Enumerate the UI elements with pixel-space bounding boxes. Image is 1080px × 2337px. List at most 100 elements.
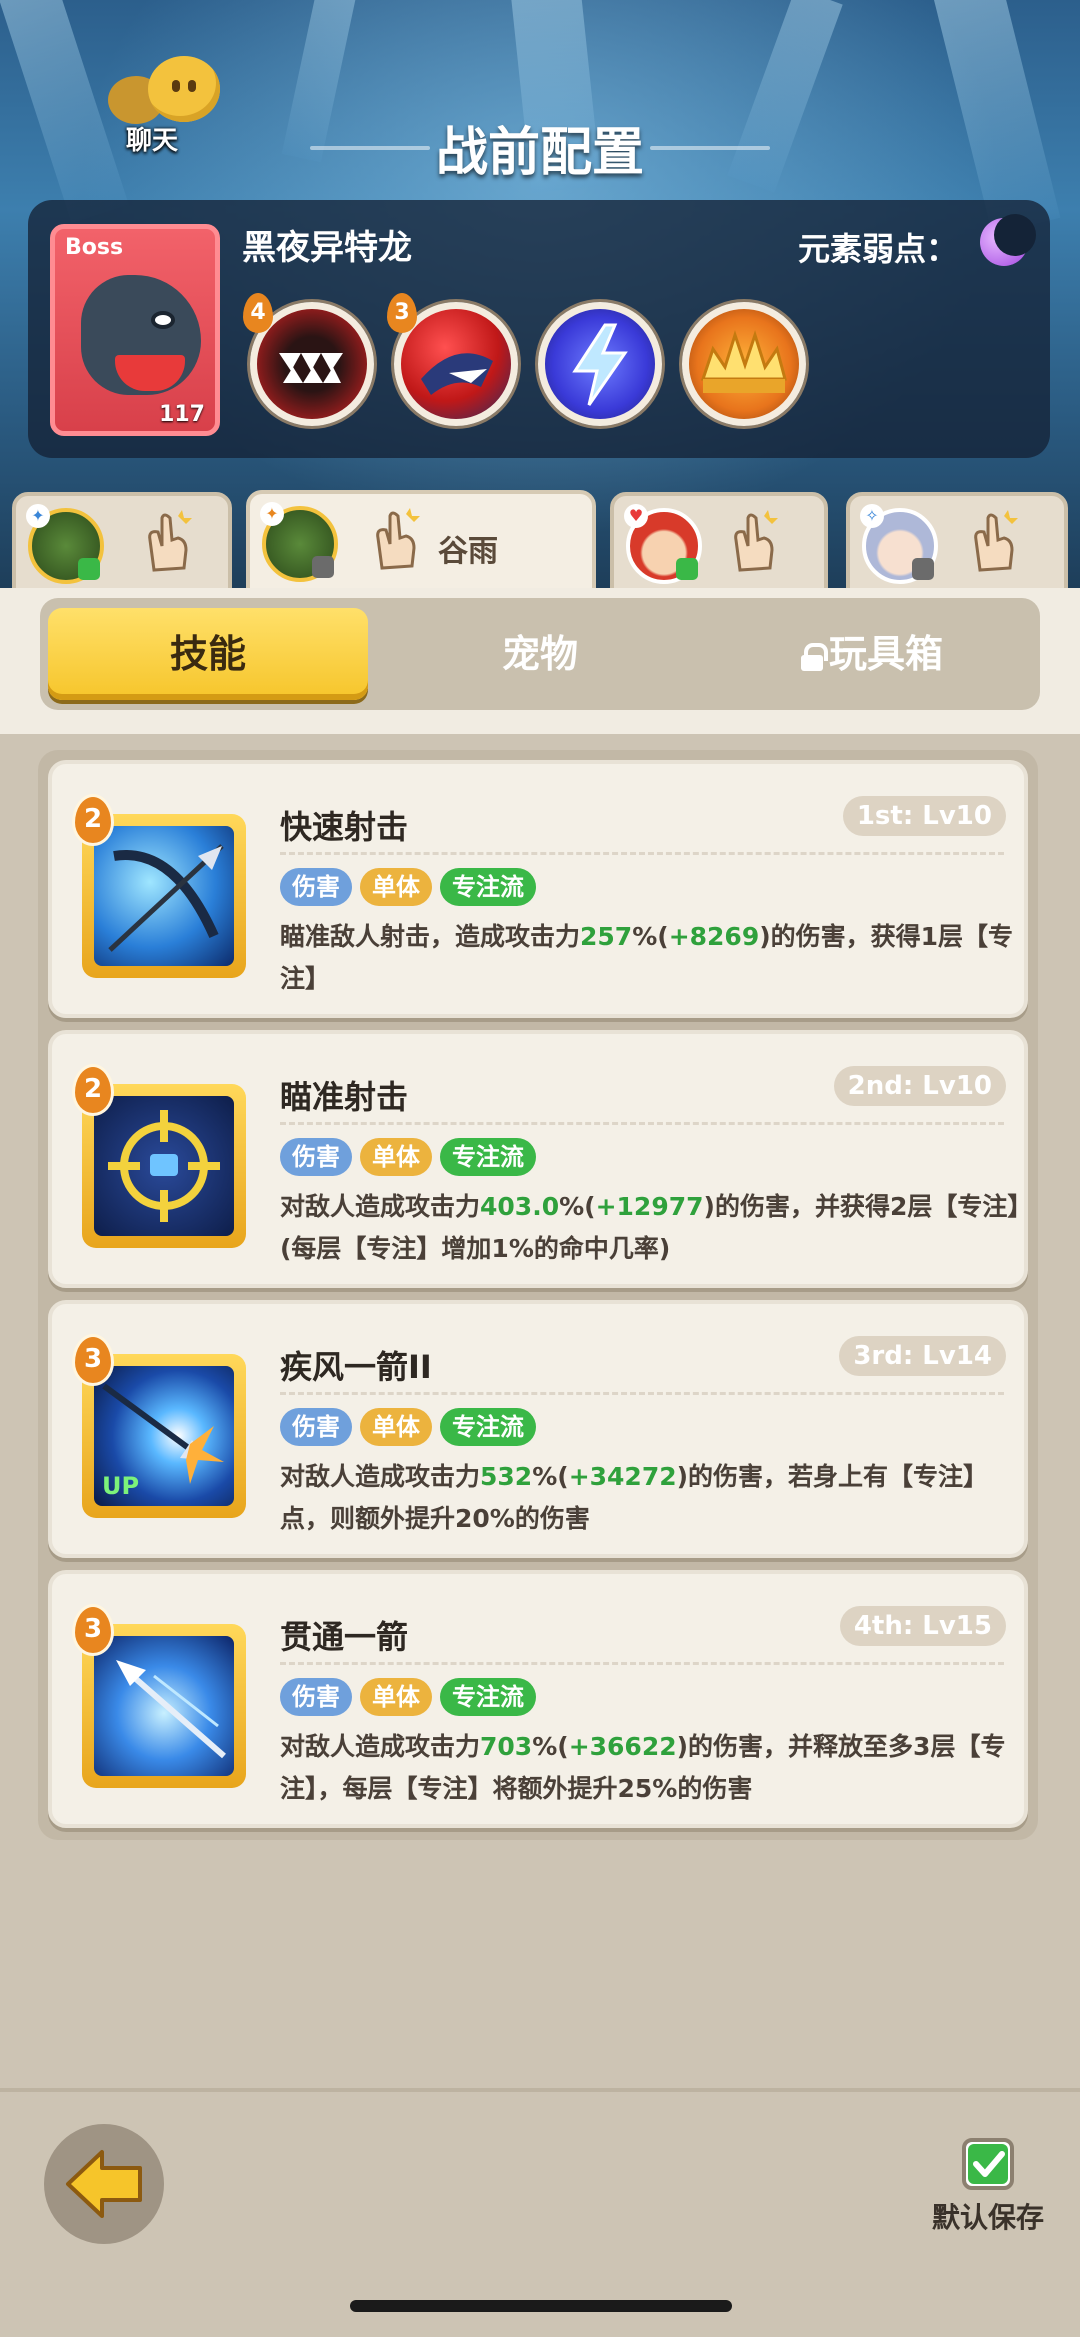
tab-pets[interactable]: 宠物 — [380, 608, 700, 700]
role-icon: ✦ — [260, 502, 284, 526]
desc-text: %( — [532, 1462, 569, 1491]
boss-skill-red-beast[interactable]: 3 — [387, 293, 518, 426]
tab-toybox-label: 玩具箱 — [828, 632, 943, 676]
skill-level: 2nd: Lv10 — [833, 1066, 1006, 1106]
moon-icon — [980, 214, 1036, 266]
back-button[interactable] — [44, 2124, 164, 2244]
skill-level: 3rd: Lv14 — [839, 1336, 1006, 1376]
chat-status-icon — [312, 556, 334, 578]
skill-cost-badge: 2 — [72, 1064, 114, 1116]
boss-skill-badge: 3 — [387, 293, 417, 333]
skill-name: 疾风一箭II — [280, 1348, 432, 1386]
tag-single: 单体 — [360, 1138, 432, 1176]
desc-text: 瞄准敌人射击，造成攻击力 — [280, 922, 581, 951]
tag-focus: 专注流 — [440, 868, 536, 906]
red-beast-icon — [421, 353, 493, 395]
boss-eye — [151, 311, 175, 329]
fang-maw-icon — [279, 353, 343, 383]
pointing-hand-icon — [148, 510, 192, 572]
tag-focus: 专注流 — [440, 1408, 536, 1446]
skill-level: 1st: Lv10 — [842, 796, 1006, 836]
tag-damage: 伤害 — [280, 1678, 352, 1716]
skill-card-3[interactable]: UP 3 疾风一箭II 3rd: Lv14 伤害 单体 专注流 对敌人造成攻击力… — [48, 1300, 1028, 1558]
weakness-label: 元素弱点： — [797, 230, 958, 268]
skill-name: 快速射击 — [280, 808, 409, 846]
tag-damage: 伤害 — [280, 1408, 352, 1446]
pointing-hand-icon — [974, 510, 1018, 572]
desc-percent: 257 — [580, 922, 633, 951]
boss-skill-crown-spikes[interactable] — [682, 302, 806, 426]
desc-bonus: +36622 — [568, 1732, 677, 1761]
boss-level: 117 — [159, 402, 205, 427]
crown-spikes-icon — [700, 330, 787, 393]
skill-cost-badge: 3 — [72, 1334, 114, 1386]
segmented-control: 技能 宠物 玩具箱 — [40, 598, 1040, 710]
desc-bonus: +12977 — [595, 1192, 704, 1221]
boss-panel: Boss 117 黑夜异特龙 元素弱点： 4 3 — [28, 200, 1050, 458]
desc-percent: 403.0 — [480, 1192, 560, 1221]
lightning-icon — [572, 323, 628, 406]
role-icon: ✧ — [860, 504, 884, 528]
tag-focus: 专注流 — [440, 1138, 536, 1176]
desc-text: %( — [532, 1732, 569, 1761]
tab-toybox[interactable]: 玩具箱 — [712, 608, 1032, 700]
hero-tab-1[interactable]: ✦ — [12, 492, 232, 592]
back-arrow-icon — [66, 2150, 142, 2218]
checkmark-icon — [968, 2144, 1008, 2184]
pointing-hand-icon — [376, 508, 420, 570]
boss-name: 黑夜异特龙 — [242, 228, 412, 268]
hero-tab-2[interactable]: ✦ 谷雨 — [246, 490, 596, 598]
desc-bonus: +34272 — [568, 1462, 677, 1491]
skill-description: 瞄准敌人射击，造成攻击力257%(+8269)的伤害，获得1层【专注】 — [280, 916, 1020, 1000]
tag-single: 单体 — [360, 1678, 432, 1716]
desc-text: %( — [632, 922, 669, 951]
boss-skill-fang-maw[interactable]: 4 — [243, 293, 374, 426]
boss-skill-lightning[interactable] — [538, 302, 662, 426]
tab-skills[interactable]: 技能 — [48, 608, 368, 700]
desc-text: 对敌人造成攻击力 — [280, 1192, 481, 1221]
divider — [280, 1392, 1004, 1395]
boss-tag: Boss — [65, 235, 124, 260]
default-save-checkbox[interactable] — [962, 2138, 1014, 2190]
tag-damage: 伤害 — [280, 868, 352, 906]
crosshair-icon — [94, 1096, 234, 1236]
skill-description: 对敌人造成攻击力703%(+36622)的伤害，并释放至多3层【专注】，每层【专… — [280, 1726, 1020, 1810]
chat-status-icon — [676, 558, 698, 580]
skill-card-2[interactable]: 2 瞄准射击 2nd: Lv10 伤害 单体 专注流 对敌人造成攻击力403.0… — [48, 1030, 1028, 1288]
hero-tab-3[interactable]: ♥ — [610, 492, 828, 592]
default-save-label: 默认保存 — [932, 2201, 1045, 2234]
pointing-hand-icon — [734, 510, 778, 572]
home-indicator[interactable] — [350, 2300, 732, 2312]
boss-skill-badge: 4 — [243, 293, 273, 333]
desc-text: 对敌人造成攻击力 — [280, 1462, 481, 1491]
piercing-arrow-icon — [94, 1636, 234, 1776]
skill-card-4[interactable]: 3 贯通一箭 4th: Lv15 伤害 单体 专注流 对敌人造成攻击力703%(… — [48, 1570, 1028, 1828]
desc-percent: 532 — [480, 1462, 533, 1491]
tag-single: 单体 — [360, 868, 432, 906]
chat-status-icon — [78, 558, 100, 580]
desc-text: 对敌人造成攻击力 — [280, 1732, 481, 1761]
desc-text: %( — [559, 1192, 596, 1221]
skill-name: 瞄准射击 — [280, 1078, 409, 1116]
skill-level: 4th: Lv15 — [839, 1606, 1006, 1646]
desc-percent: 703 — [480, 1732, 533, 1761]
hero-tab-4[interactable]: ✧ — [846, 492, 1068, 592]
chat-status-icon — [912, 558, 934, 580]
skill-name: 贯通一箭 — [280, 1618, 409, 1656]
desc-bonus: +8269 — [668, 922, 760, 951]
hero-name: 谷雨 — [438, 534, 498, 569]
tag-focus: 专注流 — [440, 1678, 536, 1716]
heart-icon: ♥ — [624, 504, 648, 528]
skill-card-1[interactable]: 2 快速射击 1st: Lv10 伤害 单体 专注流 瞄准敌人射击，造成攻击力2… — [48, 760, 1028, 1018]
skill-description: 对敌人造成攻击力403.0%(+12977)的伤害，并获得2层【专注】(每层【专… — [280, 1186, 1020, 1270]
skill-description: 对敌人造成攻击力532%(+34272)的伤害，若身上有【专注】点，则额外提升2… — [280, 1456, 1020, 1540]
skill-cost-badge: 2 — [72, 794, 114, 846]
tag-single: 单体 — [360, 1408, 432, 1446]
skill-cost-badge: 3 — [72, 1604, 114, 1656]
upgrade-icon-text: UP — [102, 1472, 139, 1500]
divider — [280, 852, 1004, 855]
divider — [280, 1662, 1004, 1665]
bow-arrow-icon — [94, 826, 234, 966]
boss-portrait[interactable]: Boss 117 — [50, 224, 220, 436]
divider — [280, 1122, 1004, 1125]
